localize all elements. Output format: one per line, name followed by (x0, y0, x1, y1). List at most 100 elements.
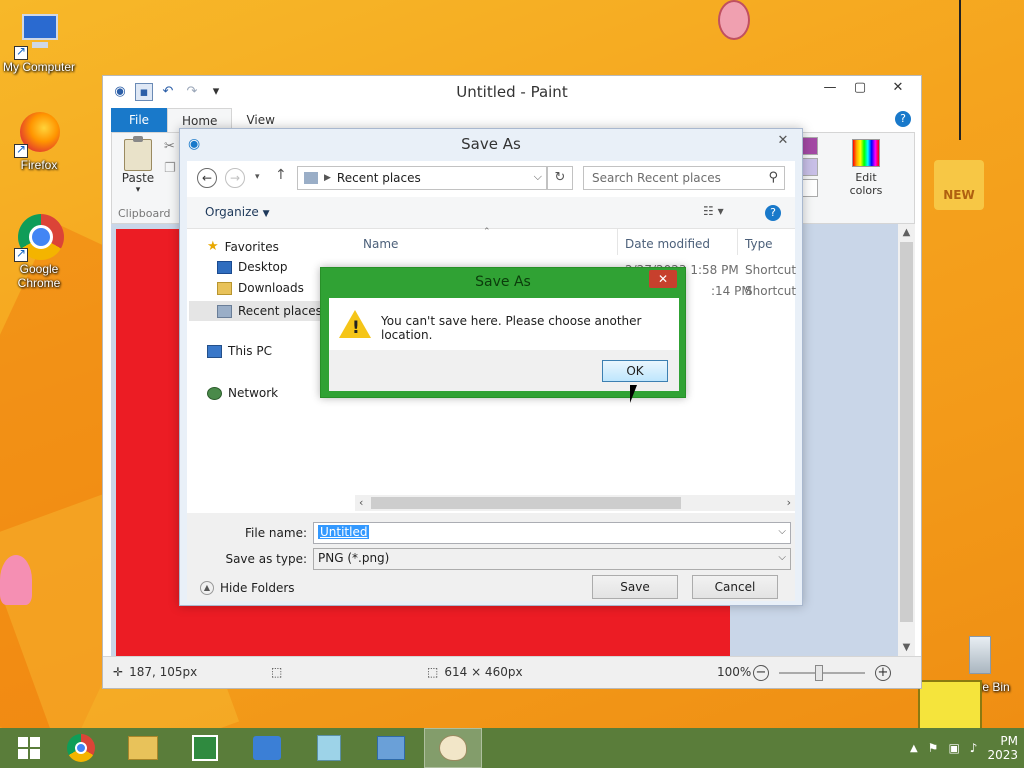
paste-button[interactable]: Paste ▾ (118, 136, 158, 195)
edit-colors-button[interactable]: Edit colors (844, 139, 888, 197)
canvas-size-icon: ⬚ (427, 665, 439, 679)
horizontal-scrollbar[interactable]: ‹ › (355, 495, 795, 511)
scroll-up-icon[interactable]: ▲ (898, 224, 915, 241)
close-button[interactable]: ✕ (768, 131, 798, 151)
organize-button[interactable]: Organize ▼ (205, 205, 270, 219)
help-icon[interactable]: ? (895, 111, 911, 127)
chevron-down-icon[interactable]: ⌵ (778, 526, 786, 537)
clock[interactable]: PM 2023 (987, 734, 1018, 762)
control-panel-icon (377, 736, 405, 760)
taskbar-file-explorer[interactable] (114, 728, 172, 768)
network-icon[interactable]: ▣ (948, 741, 959, 755)
volume-icon[interactable]: ♪ (970, 741, 978, 755)
forward-button[interactable]: → (225, 168, 245, 188)
address-location: Recent places (336, 171, 421, 185)
copy-icon[interactable]: ❐ (164, 161, 176, 176)
table-row[interactable]: Shortcut (745, 263, 796, 277)
close-button[interactable]: ✕ (875, 76, 921, 100)
vertical-scrollbar[interactable]: ▲ ▼ (898, 224, 915, 656)
nav-item-label: This PC (228, 344, 272, 358)
hide-folders-button[interactable]: ▲ Hide Folders (200, 581, 295, 595)
scroll-down-icon[interactable]: ▼ (898, 639, 915, 656)
cancel-button[interactable]: Cancel (692, 575, 778, 599)
file-name-value: Untitled (318, 525, 370, 539)
nav-item-label: Recent places (238, 304, 322, 318)
taskbar-app[interactable] (238, 728, 296, 768)
scroll-thumb[interactable] (900, 242, 913, 622)
taskbar-chrome[interactable] (52, 728, 110, 768)
nav-item-label: Desktop (238, 260, 288, 274)
zoom-out-button[interactable]: − (753, 665, 769, 681)
up-arrow-icon[interactable]: ↑ (275, 167, 287, 183)
hook-line (959, 0, 961, 140)
maximize-button[interactable]: ▢ (845, 76, 875, 100)
table-row[interactable]: Shortcut (745, 284, 796, 298)
ok-button[interactable]: OK (602, 360, 668, 382)
column-header-name[interactable]: Name (363, 237, 398, 251)
nav-item-desktop[interactable]: Desktop (217, 260, 288, 274)
refresh-button[interactable]: ↻ (547, 166, 573, 190)
cut-icon[interactable]: ✂ (164, 139, 175, 154)
start-button[interactable] (0, 728, 58, 768)
error-message-box: Save As ✕ You can't save here. Please ch… (320, 267, 686, 398)
help-icon[interactable]: ? (765, 205, 781, 221)
new-badge-label: NEW (943, 188, 975, 202)
system-tray: ▲ ⚑ ▣ ♪ PM 2023 (910, 728, 1024, 768)
taskbar-paint[interactable] (424, 728, 482, 768)
chevron-up-icon: ▲ (200, 581, 214, 595)
message-box-title: Save As (475, 274, 531, 290)
zoom-slider-thumb[interactable] (815, 665, 823, 681)
column-header-date-modified[interactable]: Date modified (625, 237, 710, 251)
column-header-type[interactable]: Type (745, 237, 773, 251)
minimize-button[interactable]: — (815, 76, 845, 100)
save-as-title-bar[interactable]: ◉ Save As ✕ (180, 129, 802, 161)
taskbar-app[interactable] (300, 728, 358, 768)
mouse-pointer-icon (630, 385, 637, 403)
show-hidden-icons-icon[interactable]: ▲ (910, 743, 918, 754)
search-input[interactable]: Search Recent places ⚲ (583, 166, 785, 190)
desktop-icon-my-computer[interactable]: My Computer (1, 12, 77, 74)
color-spectrum-icon (852, 139, 880, 167)
nav-item-this-pc[interactable]: This PC (207, 344, 272, 358)
breadcrumb-chevron-icon: ▶ (324, 173, 331, 183)
save-button[interactable]: Save (592, 575, 678, 599)
save-as-title: Save As (461, 135, 521, 153)
back-button[interactable]: ← (197, 168, 217, 188)
chevron-down-icon: ▼ (262, 209, 270, 219)
chevron-down-icon: ⌵ (778, 552, 786, 563)
paint-title-bar[interactable]: ◉ ▪ ↶ ↷ ▾ Untitled - Paint — ▢ ✕ (103, 76, 921, 108)
address-bar[interactable]: ▶ Recent places ⌵ (297, 166, 547, 190)
organize-label: Organize (205, 205, 259, 219)
nav-item-network[interactable]: Network (207, 386, 278, 400)
scroll-thumb[interactable] (371, 497, 681, 509)
dialog-footer: ▲ Hide Folders Save Cancel (180, 569, 802, 607)
scroll-right-icon[interactable]: › (787, 495, 791, 511)
desktop-icon-chrome[interactable]: Google Chrome (1, 214, 77, 290)
save-type-select[interactable]: PNG (*.png) ⌵ (313, 548, 791, 570)
action-center-flag-icon[interactable]: ⚑ (928, 741, 939, 755)
taskbar-store[interactable] (176, 728, 234, 768)
close-button[interactable]: ✕ (649, 270, 677, 288)
recent-locations-icon[interactable]: ▾ (255, 172, 260, 182)
tab-file[interactable]: File (111, 108, 167, 132)
file-name-field[interactable]: Untitled ⌵ (313, 522, 791, 544)
file-name-label: File name: (245, 526, 307, 540)
taskbar-app[interactable] (362, 728, 420, 768)
edit-colors-label: Edit colors (849, 171, 883, 197)
scroll-left-icon[interactable]: ‹ (359, 495, 363, 511)
warning-icon (339, 310, 371, 338)
change-view-button[interactable]: ☷ ▾ (703, 204, 724, 218)
zoom-level: 100% (717, 665, 751, 679)
chevron-down-icon: ▾ (135, 185, 141, 195)
nav-item-downloads[interactable]: Downloads (217, 281, 304, 295)
recent-places-icon (304, 172, 318, 184)
zoom-in-button[interactable]: + (875, 665, 891, 681)
desktop-icon-firefox[interactable]: Firefox (1, 110, 77, 172)
desktop-icon-label: Google Chrome (17, 262, 61, 290)
chevron-down-icon[interactable]: ⌵ (534, 170, 542, 184)
nav-item-favorites[interactable]: ★ Favorites (207, 239, 279, 254)
recent-places-icon (217, 304, 232, 318)
folder-icon (128, 736, 158, 760)
windows-logo-icon (18, 737, 40, 759)
window-controls: — ▢ ✕ (815, 76, 921, 100)
